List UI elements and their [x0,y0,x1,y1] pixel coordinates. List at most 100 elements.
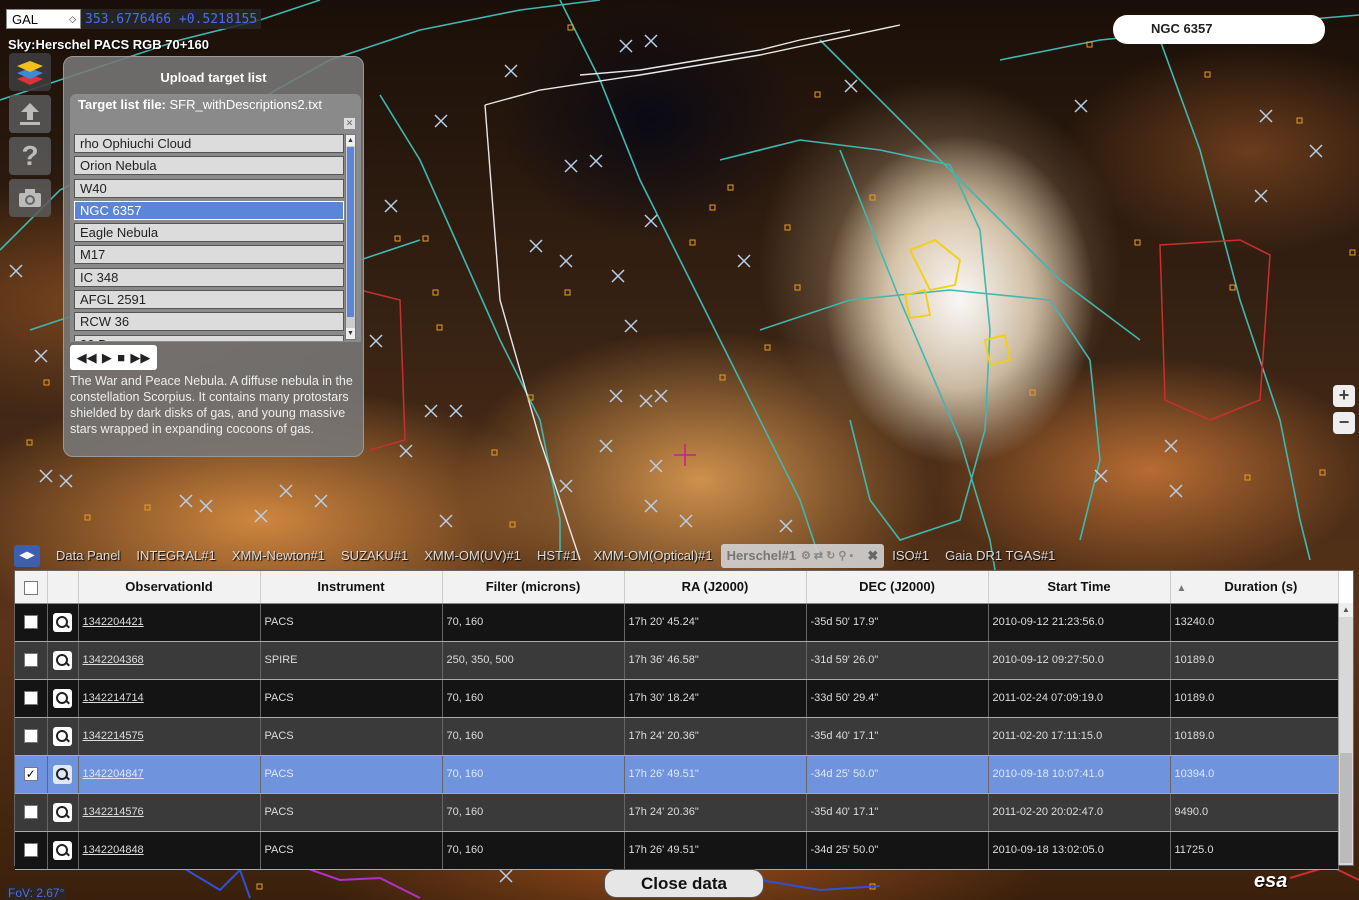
target-list-item[interactable]: Eagle Nebula [74,223,344,243]
filter-cell: 70, 160 [442,603,625,642]
column-header-dec[interactable]: DEC (J2000) [806,571,989,604]
target-list-scrollbar[interactable]: ▲ ▼ [345,134,356,340]
table-row[interactable]: ✓ 1342204847 PACS 70, 160 17h 26' 49.51" -34d… [15,755,1339,794]
stop-icon[interactable]: ■ [117,350,125,365]
target-list-item[interactable]: RCW 36 [74,312,344,332]
panel-toggle-icon[interactable]: ◀▶ [14,544,40,567]
scroll-up-icon[interactable]: ▲ [346,135,355,146]
row-checkbox[interactable] [23,805,38,819]
tab-xmm-om-optical-1[interactable]: XMM-OM(Optical)#1 [585,544,720,567]
column-header-start-time[interactable]: Start Time [988,571,1171,604]
row-checkbox[interactable] [23,653,38,667]
sky-layers-button[interactable] [9,53,51,91]
magnifier-icon[interactable] [53,726,72,746]
magnifier-icon[interactable] [53,802,72,822]
target-list-item[interactable]: NGC 6357 [74,200,344,220]
magnifier-icon[interactable] [53,840,72,860]
row-checkbox[interactable] [23,615,38,629]
scroll-thumb[interactable] [347,147,354,317]
observation-id-link[interactable]: 1342214576 [78,793,261,832]
table-row[interactable]: 1342204848 PACS 70, 160 17h 26' 49.51" -34d … [15,831,1339,870]
tab-hst-1[interactable]: HST#1 [529,544,585,567]
row-checkbox[interactable] [23,691,38,705]
zoom-in-button[interactable]: + [1333,385,1355,407]
play-icon[interactable]: ▶ [102,350,112,366]
column-header-ra[interactable]: RA (J2000) [624,571,807,604]
tab-xmm-om-uv-1[interactable]: XMM-OM(UV)#1 [416,544,529,567]
observation-id-link[interactable]: 1342204848 [78,831,261,870]
scroll-down-icon[interactable]: ▼ [346,328,355,339]
forward-icon[interactable]: ▶▶ [130,350,150,366]
rewind-icon[interactable]: ◀◀ [77,350,97,366]
target-list-item[interactable]: Orion Nebula [74,156,344,176]
magnifier-icon[interactable] [53,612,72,632]
table-row[interactable]: 1342214714 PACS 70, 160 17h 30' 18.24" -33d … [15,679,1339,718]
target-list-item[interactable]: AFGL 2591 [74,290,344,310]
target-list-item[interactable]: rho Ophiuchi Cloud [74,134,344,153]
table-scrollbar[interactable]: ▲ [1338,603,1353,865]
target-search-input[interactable]: NGC 6357 [1113,15,1325,44]
preview-cell [47,717,79,756]
target-list: ✕ rho Ophiuchi Cloud Orion Nebula W40 NGC 6… [70,116,361,342]
screenshot-button[interactable] [9,179,51,217]
start-time-cell: 2010-09-18 13:02:05.0 [988,831,1171,870]
observation-id-link[interactable]: 1342204847 [78,755,261,794]
filter-cell: 70, 160 [442,755,625,794]
observation-id-link[interactable]: 1342214714 [78,679,261,718]
table-row[interactable]: 1342204368 SPIRE 250, 350, 500 17h 36' 46.5… [15,641,1339,680]
duration-cell: 10189.0 [1170,679,1339,718]
ra-cell: 17h 24' 20.36" [624,717,807,756]
upload-target-list-panel: Upload target list Target list file: SFR… [63,56,364,457]
instrument-cell: SPIRE [260,641,443,680]
dec-cell: -35d 50' 17.9" [806,603,989,642]
column-header-filter[interactable]: Filter (microns) [442,571,625,604]
target-list-item[interactable]: W40 [74,178,344,198]
column-header-duration[interactable]: ▲ Duration (s) [1170,571,1339,604]
instrument-cell: PACS [260,831,443,870]
select-all-header[interactable] [15,571,48,604]
tab-suzaku-1[interactable]: SUZAKU#1 [333,544,416,567]
row-checkbox[interactable] [23,843,38,857]
table-row[interactable]: 1342214575 PACS 70, 160 17h 24' 20.36" -35d … [15,717,1339,756]
table-row[interactable]: 1342204421 PACS 70, 160 17h 20' 45.24" -35d … [15,603,1339,642]
magnifier-icon[interactable] [53,688,72,708]
observation-id-link[interactable]: 1342204368 [78,641,261,680]
preview-cell [47,793,79,832]
target-description: The War and Peace Nebula. A diffuse nebu… [70,374,353,436]
observation-id-link[interactable]: 1342204421 [78,603,261,642]
row-checkbox[interactable] [23,729,38,743]
close-data-button[interactable]: Close data [604,869,764,898]
column-header-observationid[interactable]: ObservationId [78,571,261,604]
esa-logo: esa [1254,870,1288,892]
coordinate-frame-select[interactable]: GAL ◇ [6,9,81,29]
target-list-item[interactable]: M17 [74,245,344,265]
table-row[interactable]: 1342214576 PACS 70, 160 17h 24' 20.36" -35d … [15,793,1339,832]
help-button[interactable]: ? [9,137,51,175]
close-tab-icon[interactable]: ✖ [867,548,878,564]
duration-cell: 10394.0 [1170,755,1339,794]
magnifier-icon[interactable] [53,764,72,784]
tab-iso-1[interactable]: ISO#1 [884,544,937,567]
tab-actions-icons[interactable]: ⚙⇄↻⚲▪ [801,549,856,562]
table-scroll-thumb[interactable] [1340,753,1352,863]
tab-integral-1[interactable]: INTEGRAL#1 [128,544,223,567]
zoom-out-button[interactable]: − [1333,412,1355,434]
magnifier-icon[interactable] [53,650,72,670]
row-checkbox[interactable]: ✓ [23,767,38,781]
close-icon[interactable]: ✕ [344,118,355,129]
tab-data-panel[interactable]: Data Panel [48,544,128,567]
target-list-item[interactable]: IC 348 [74,267,344,287]
tab-herschel-1[interactable]: Herschel#1 ⚙⇄↻⚲▪ ✖ [720,543,885,568]
observation-id-link[interactable]: 1342214575 [78,717,261,756]
row-checkbox-cell [15,641,48,680]
select-all-checkbox[interactable] [23,580,38,595]
tab-xmm-newton-1[interactable]: XMM-Newton#1 [224,544,333,567]
tab-gaia-dr1-tgas-1[interactable]: Gaia DR1 TGAS#1 [937,544,1063,567]
column-header-instrument[interactable]: Instrument [260,571,443,604]
sky-name-label: Sky:Herschel PACS RGB 70+160 [8,37,209,52]
target-list-item[interactable]: 30 D... [74,334,344,341]
instrument-cell: PACS [260,717,443,756]
instrument-cell: PACS [260,793,443,832]
table-scroll-up-icon[interactable]: ▲ [1339,603,1353,617]
upload-button[interactable] [9,95,51,133]
